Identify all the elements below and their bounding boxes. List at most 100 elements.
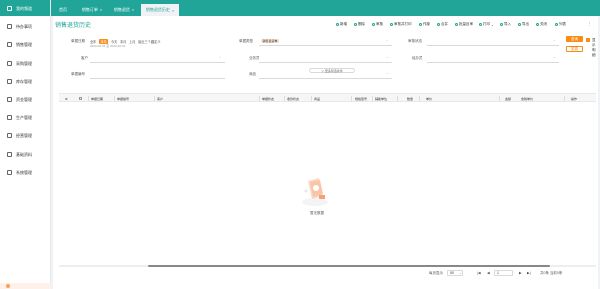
first-page-icon[interactable]: |◀ [477, 271, 481, 275]
toolbar-label: 作废 [423, 22, 430, 26]
filter-type-label: 单据类型 [239, 39, 253, 43]
col-bill-no[interactable]: 单据编号 [117, 97, 129, 101]
sidebar-item-system[interactable]: 系统管理 [0, 168, 51, 177]
user-avatar-icon[interactable] [6, 284, 10, 288]
toolbar-close-button[interactable]: 关闭 [536, 22, 547, 27]
operator-dropdown-icon[interactable]: ⋯ [553, 55, 556, 59]
tab-sales-order[interactable]: 销售订单 × [77, 3, 107, 16]
sidebar-item-purchase[interactable]: 采购管理 [0, 59, 51, 68]
page-size-select[interactable]: 50 ⌄ [447, 270, 463, 276]
col-receipt-status[interactable]: 收款状态 [287, 97, 299, 101]
col-aux-unit[interactable]: 辅助单位 [375, 97, 387, 101]
audit-select-underline[interactable] [427, 45, 559, 46]
column-divider [311, 96, 312, 101]
prev-page-icon[interactable]: ◀ [487, 271, 490, 275]
audit-dropdown-icon[interactable]: ⌄ [553, 38, 556, 42]
sidebar-item-sales[interactable]: 销售管理 [0, 40, 51, 49]
last-page-icon[interactable]: ▶| [527, 271, 531, 275]
column-divider [564, 96, 565, 101]
toolbar-audit-print-button[interactable]: 审核并打印 [390, 22, 412, 27]
sidebar-item-basic[interactable]: 基础资料 [0, 150, 51, 159]
col-goods[interactable]: 商品 [314, 97, 320, 101]
sidebar-item-label: 经营管理 [16, 132, 32, 138]
wallet-icon [7, 97, 12, 102]
reset-button[interactable]: 重置 [566, 46, 583, 52]
column-divider [284, 96, 285, 101]
close-icon[interactable]: × [132, 7, 134, 12]
search-button[interactable]: 查询 [566, 36, 583, 42]
operator-select-underline[interactable] [427, 62, 559, 63]
date-range-input[interactable]: 2023-06-01 至 2023-06-01 [90, 44, 125, 48]
list-icon [555, 23, 558, 26]
settings-icon[interactable]: ⚙ [65, 97, 68, 101]
toolbar-audit-button[interactable]: 审核 [372, 22, 383, 27]
tab-home[interactable]: 首页 [53, 3, 73, 16]
col-spec[interactable]: 规格型号 [355, 97, 367, 101]
col-customer[interactable]: 客户 [157, 97, 163, 101]
filter-salesman-label: 业务员 [249, 56, 260, 60]
column-divider [351, 96, 352, 101]
sidebar-item-inventory[interactable]: 库存管理 [0, 77, 51, 86]
col-unit-price[interactable]: 单价 [426, 97, 432, 101]
select-all-checkbox[interactable] [79, 97, 82, 100]
salesman-select-underline[interactable] [259, 62, 392, 63]
col-quantity[interactable]: 数量 [407, 97, 413, 101]
col-bill-date[interactable]: 单据日期 [91, 97, 103, 101]
toolbar-label: 列表 [559, 22, 566, 26]
more-filters-button[interactable]: ∨ 更多筛选条件 [309, 68, 355, 73]
current-page-input[interactable]: 1 [494, 270, 513, 276]
date-option-this-year[interactable]: 本年 [99, 38, 109, 44]
close-icon[interactable]: × [100, 7, 102, 12]
type-chip[interactable]: 销售退货单 [261, 38, 280, 43]
toolbar-label: 导出 [522, 22, 529, 26]
top-tab-bar: 首页 销售订单 × 销售退货 × 销售退货历史 × [51, 0, 600, 16]
printer-icon [479, 23, 482, 26]
sidebar-item-funds[interactable]: 资金管理 [0, 95, 51, 104]
toolbar-label: 审核并打印 [394, 22, 412, 26]
tab-sales-return-history[interactable]: 销售退货历史 × [141, 4, 179, 16]
clipboard-icon [7, 24, 12, 29]
toolbar-list-button[interactable]: 列表 [555, 22, 566, 27]
toolbar-batch-unaudit-button[interactable]: 批量反审 [455, 22, 473, 27]
toolbar-merge-button[interactable]: 合并 [437, 22, 448, 27]
type-dropdown-icon[interactable]: ⌄ [386, 38, 389, 42]
toolbar-void-button[interactable]: 作废 [419, 22, 430, 27]
date-option-last-month[interactable]: 上月 [129, 39, 135, 44]
column-divider [88, 96, 89, 101]
close-icon[interactable]: × [172, 8, 174, 13]
sidebar-item-home[interactable]: 我的频道 [0, 4, 51, 13]
sidebar-item-todo[interactable]: 待办事项 [0, 22, 51, 31]
chevron-down-icon: ⌄ [491, 22, 494, 27]
sidebar-item-label: 库存管理 [16, 78, 32, 84]
toolbar-delete-button[interactable]: 删除 [354, 22, 365, 27]
toolbar-import-button[interactable]: 导入 [500, 22, 511, 27]
goods-select-underline[interactable] [259, 78, 392, 79]
salesman-dropdown-icon[interactable]: ⋯ [386, 55, 389, 59]
chevron-down-icon: ⌄ [458, 271, 462, 275]
more-dots-icon: ⋮ [588, 22, 592, 26]
toolbar-label: 删除 [358, 22, 365, 26]
toolbar-add-button[interactable]: 新增 [336, 22, 347, 27]
toolbar-label: 批量反审 [459, 22, 473, 26]
customer-select-underline[interactable] [90, 62, 225, 63]
page-size-value: 50 [450, 271, 454, 275]
toolbar-print-button[interactable]: 打印 ⌄ [479, 22, 494, 27]
print-icon [390, 23, 393, 26]
bill-no-input[interactable] [90, 78, 225, 79]
col-tax-price[interactable]: 含税单价 [521, 97, 533, 101]
col-amount[interactable]: 金额 [505, 97, 511, 101]
customer-dropdown-icon[interactable]: ⌄ [219, 55, 222, 59]
tab-sales-return[interactable]: 销售退货 × [109, 3, 139, 16]
date-option-custom[interactable]: 自定义 [151, 39, 161, 44]
page-size-label: 每页显示 [429, 271, 443, 275]
goods-dropdown-icon[interactable]: ⋯ [386, 71, 389, 75]
sidebar-item-production[interactable]: 生产管理 [0, 113, 51, 122]
toolbar-export-button[interactable]: 导出 [518, 22, 529, 27]
toolbar-more-button[interactable]: ⋮ [588, 22, 592, 26]
sidebar-item-label: 我的频道 [16, 5, 32, 11]
show-detail-checkbox[interactable] [586, 38, 590, 42]
horizontal-scrollbar-thumb[interactable] [148, 265, 550, 267]
next-page-icon[interactable]: ▶ [519, 271, 522, 275]
sidebar-item-operation[interactable]: 经营管理 [0, 131, 51, 140]
col-bill-status[interactable]: 单据状态 [262, 97, 274, 101]
